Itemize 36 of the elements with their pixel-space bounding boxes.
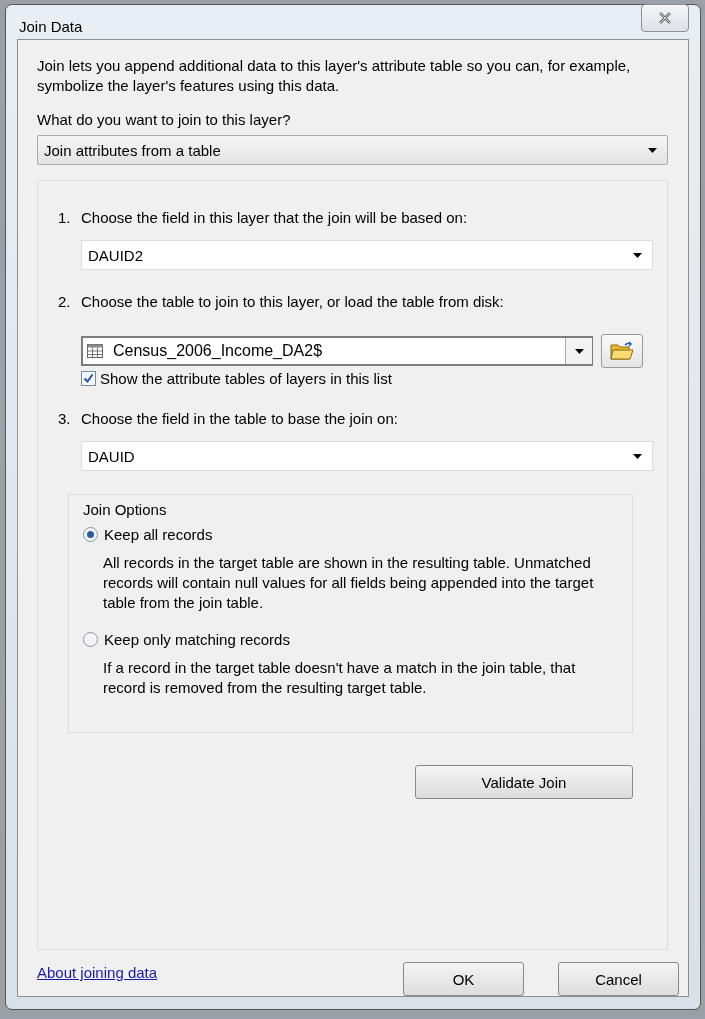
step-label: Choose the field in this layer that the join will be based on: [81,209,468,226]
step-number: 2. [58,293,72,310]
radio-label: Keep only matching records [104,631,290,648]
group-title: Join Options [83,501,168,518]
close-button[interactable] [641,4,689,32]
step-label: Choose the table to join to this layer, or load the table from disk: [81,293,504,310]
open-folder-button[interactable] [601,334,643,368]
dropdown-button[interactable] [565,338,592,364]
folder-icon [610,341,634,361]
question-label: What do you want to join to this layer? [37,111,292,128]
radio-button[interactable] [83,527,98,542]
step-number: 3. [58,410,72,427]
table-dropdown[interactable]: Census_2006_Income_DA2$ [81,336,593,366]
caret-icon [574,348,584,354]
field-dropdown[interactable]: DAUID2 [81,240,653,270]
option-description: All records in the target table are shown in the resulting table. Unmatched records will contain null values for all fields being appended into the target table from the join table. [103,553,595,613]
radio-button[interactable] [83,632,98,647]
checkbox[interactable] [81,371,96,386]
table-icon [87,344,103,358]
step-label: Choose the field in the table to base the join on: [81,410,398,427]
caret-icon [648,147,657,153]
dialog-button[interactable]: Cancel [558,962,679,996]
window-title: Join Data [18,17,83,35]
caret-icon [633,453,642,459]
help-link[interactable]: About joining data [37,964,158,981]
checkbox-label: Show the attribute tables of layers in this list [100,370,392,387]
validate-join-button[interactable]: Validate Join [415,765,633,799]
join-type-dropdown[interactable]: Join attributes from a table [37,135,668,165]
description-text: Join lets you append additional data to this layer's attribute table so you can, for example, symbolize the layer's features using this data. [37,56,632,96]
step-number: 1. [58,209,72,226]
caret-icon [633,252,642,258]
close-icon [658,12,672,24]
radio-label: Keep all records [104,526,213,543]
dialog-button[interactable]: OK [403,962,524,996]
option-description: If a record in the target table doesn't have a match in the join table, that record is removed from the resulting target table. [103,658,577,698]
field-dropdown[interactable]: DAUID [81,441,653,471]
